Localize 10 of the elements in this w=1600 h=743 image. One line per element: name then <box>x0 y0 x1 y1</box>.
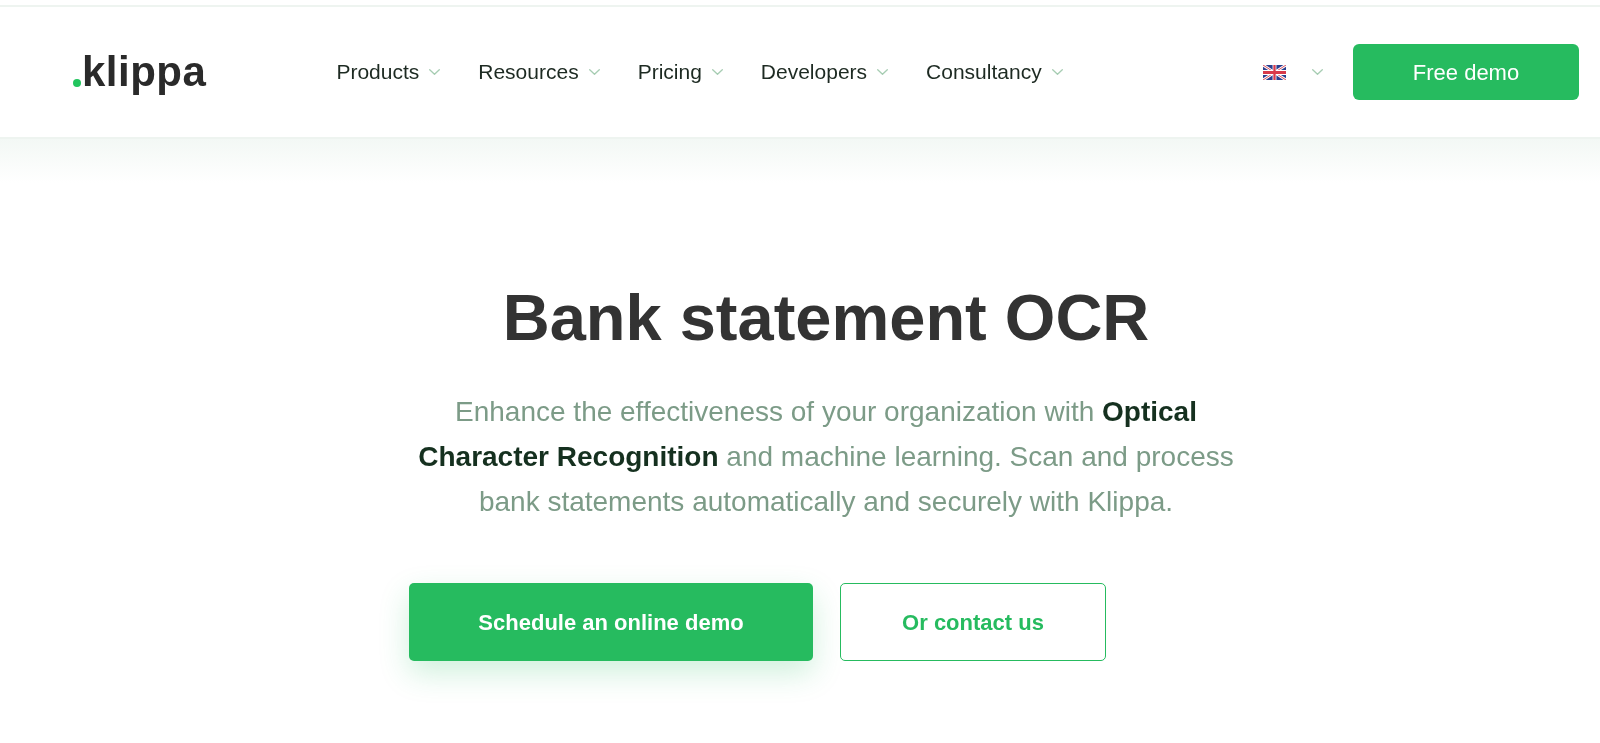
page-heading: Bank statement OCR <box>501 282 1151 354</box>
nav-menu-item[interactable]: Pricing <box>637 56 723 88</box>
nav-menu-item[interactable]: Products <box>336 56 441 88</box>
nav-menu-item[interactable]: Developers <box>760 56 889 88</box>
nav-menu-item[interactable]: Consultancy <box>926 56 1063 88</box>
logo-dot-icon <box>73 79 81 87</box>
nav-menu-item[interactable]: Resources <box>478 56 600 88</box>
flag-icon[interactable] <box>1263 64 1286 80</box>
hero-description: Enhance the effectiveness of your organization with Optical Character Recognition and machine learning. Scan and process bank statements automatically and securely with Klippa. <box>417 395 1235 519</box>
logo-text[interactable]: klippa <box>82 51 207 93</box>
